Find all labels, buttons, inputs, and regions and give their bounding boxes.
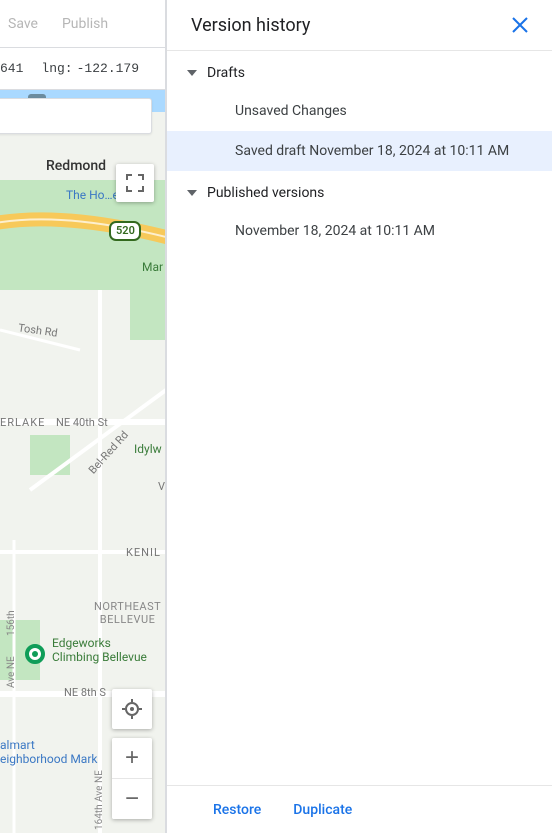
map-label-164ave: 164th Ave NE bbox=[94, 770, 105, 830]
close-icon bbox=[511, 16, 529, 34]
hwy-520-shield-label: 520 bbox=[116, 224, 135, 237]
map-label-walmart: almart eighborhood Mark bbox=[0, 738, 97, 766]
map-label-ne-bellevue: NORTHEAST BELLEVUE bbox=[94, 600, 161, 626]
map-label-idylw: Idylw bbox=[134, 442, 162, 456]
restore-button[interactable]: Restore bbox=[213, 802, 261, 818]
chevron-down-icon bbox=[187, 190, 197, 196]
lat-value: 641 bbox=[0, 61, 23, 76]
version-item-saved-draft[interactable]: Saved draft November 18, 2024 at 10:11 A… bbox=[167, 131, 552, 171]
map-label-v: V bbox=[158, 480, 165, 493]
minus-icon: − bbox=[125, 785, 139, 812]
fullscreen-icon bbox=[126, 174, 144, 192]
lng-value: -122.179 bbox=[77, 61, 139, 76]
section-drafts-label: Drafts bbox=[207, 65, 245, 81]
zoom-out-button[interactable]: − bbox=[112, 779, 152, 819]
panel-header: Version history bbox=[167, 0, 552, 51]
panel-footer: Restore Duplicate bbox=[167, 785, 552, 833]
lng-label: lng: bbox=[41, 61, 72, 76]
duplicate-button[interactable]: Duplicate bbox=[293, 802, 352, 818]
version-history-panel: Version history Drafts Unsaved Changes S… bbox=[166, 0, 552, 833]
map-label-ne40th: NE 40th St bbox=[56, 416, 108, 429]
search-input[interactable] bbox=[0, 98, 152, 134]
map-label-kenil: KENIL bbox=[126, 546, 161, 559]
zoom-control: + − bbox=[112, 738, 152, 819]
map-label-edgeworks: Edgeworks Climbing Bellevue bbox=[52, 636, 147, 664]
poi-marker-icon[interactable] bbox=[25, 644, 45, 664]
crosshair-icon bbox=[122, 699, 142, 719]
publish-button[interactable]: Publish bbox=[62, 16, 108, 32]
chevron-down-icon bbox=[187, 70, 197, 76]
app-toolbar: Save Publish bbox=[0, 0, 165, 48]
section-published-label: Published versions bbox=[207, 185, 324, 201]
coordinates-readout: 641 lng: -122.179 bbox=[0, 48, 165, 90]
version-item-unsaved[interactable]: Unsaved Changes bbox=[167, 91, 552, 131]
plus-icon: + bbox=[125, 744, 139, 771]
map-canvas[interactable]: ary Redmond The Ho…ep… 520 Mar Tosh Rd E… bbox=[0, 90, 165, 833]
close-button[interactable] bbox=[508, 13, 532, 37]
map-label-ne8th: NE 8th S bbox=[64, 686, 106, 699]
fullscreen-button[interactable] bbox=[116, 164, 154, 202]
section-drafts-header[interactable]: Drafts bbox=[167, 51, 552, 91]
panel-body: Drafts Unsaved Changes Saved draft Novem… bbox=[167, 51, 552, 785]
version-item-published[interactable]: November 18, 2024 at 10:11 AM bbox=[167, 211, 552, 251]
map-app-left: Save Publish 641 lng: -122.179 bbox=[0, 0, 166, 833]
zoom-in-button[interactable]: + bbox=[112, 738, 152, 779]
map-label-redmond: Redmond bbox=[46, 158, 106, 174]
map-label-156ave-b: Ave NE bbox=[6, 656, 17, 688]
map-label-marymoor: Mar bbox=[142, 260, 163, 274]
section-published-header[interactable]: Published versions bbox=[167, 171, 552, 211]
save-button[interactable]: Save bbox=[8, 16, 38, 32]
my-location-button[interactable] bbox=[112, 689, 152, 729]
map-label-erlake: ERLAKE bbox=[0, 416, 45, 429]
map-label-156ave-a: 156th bbox=[6, 610, 17, 636]
panel-title: Version history bbox=[191, 15, 310, 36]
